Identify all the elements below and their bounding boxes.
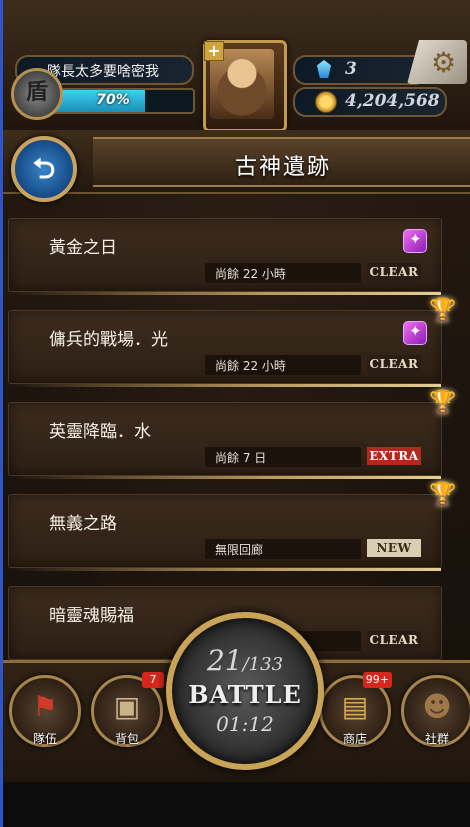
nav-label: 社群 bbox=[424, 732, 449, 746]
stamina-max: /133 bbox=[242, 654, 284, 675]
shop-count-badge: 99+ bbox=[362, 672, 392, 688]
dungeon-row[interactable]: 黃金之日 ✦ 尚餘 22 小時 CLEAR bbox=[8, 218, 442, 295]
status-badge: NEW bbox=[367, 539, 421, 557]
nav-bag-button[interactable]: ▣ 背包 7 bbox=[91, 672, 164, 747]
page-title: 古神遺跡 bbox=[234, 155, 331, 180]
back-arrow-icon: ⮌ bbox=[32, 152, 56, 185]
status-badge: CLEAR bbox=[367, 355, 421, 373]
gold-coin-icon bbox=[315, 91, 337, 113]
time-remaining-box: 尚餘 22 小時 bbox=[205, 263, 361, 283]
flag-icon: ⚑ bbox=[32, 690, 58, 723]
trophy-icon: 🏆 bbox=[429, 482, 457, 507]
gold-counter[interactable]: 4,204,568 bbox=[293, 87, 447, 117]
dungeon-row[interactable]: 英靈降臨．水 🏆 尚餘 7 日 EXTRA bbox=[8, 390, 457, 479]
dungeon-row[interactable]: 傭兵的戰場．光 ✦ 🏆 尚餘 22 小時 CLEAR bbox=[8, 298, 457, 387]
status-badge: CLEAR bbox=[367, 631, 421, 649]
status-badge: EXTRA bbox=[367, 447, 421, 465]
gold-value: 4,204,568 bbox=[345, 91, 440, 111]
nav-social-button[interactable]: ☻ 社群 bbox=[401, 675, 470, 747]
bag-count-badge: 7 bbox=[142, 672, 164, 688]
dungeon-name: 傭兵的戰場．光 bbox=[49, 330, 168, 350]
settings-button[interactable]: ⚙ bbox=[407, 40, 467, 84]
time-remaining: 尚餘 7 日 bbox=[215, 451, 267, 465]
dungeon-row[interactable]: 無義之路 🏆 無限回廊 NEW bbox=[8, 482, 457, 571]
gem-value: 3 bbox=[345, 59, 357, 79]
rank-badge[interactable]: 盾 bbox=[11, 68, 63, 120]
dungeon-name: 暗靈魂賜福 bbox=[49, 606, 134, 626]
system-nav-bar bbox=[3, 782, 470, 827]
dungeon-name: 無義之路 bbox=[49, 514, 117, 534]
plus-icon[interactable]: + bbox=[204, 41, 224, 61]
time-remaining-box: 尚餘 22 小時 bbox=[205, 355, 361, 375]
trophy-icon: 🏆 bbox=[429, 298, 457, 323]
gear-icon: ⚙ bbox=[431, 46, 457, 79]
battle-label: BATTLE bbox=[188, 680, 302, 709]
dungeon-name: 英靈降臨．水 bbox=[49, 422, 151, 442]
top-hud: 隊長太多要啥密我 70% 盾 + 3 4,204,568 ⚙ bbox=[3, 0, 470, 133]
nav-team-button[interactable]: ⚑ 隊伍 bbox=[9, 675, 81, 747]
element-icon: ✦ bbox=[403, 321, 427, 345]
people-icon: ☻ bbox=[422, 690, 452, 723]
treasure-chest-icon: ▤ bbox=[341, 690, 369, 723]
gem-icon bbox=[317, 60, 331, 78]
username: 隊長太多要啥密我 bbox=[47, 64, 159, 80]
nav-shop-button[interactable]: ▤ 商店 99+ bbox=[319, 672, 392, 747]
game-screen: 隊長太多要啥密我 70% 盾 + 3 4,204,568 ⚙ 古神遺跡 ⮌ 黃金… bbox=[0, 0, 470, 827]
bag-icon: ▣ bbox=[113, 690, 141, 723]
time-remaining-box: 尚餘 7 日 bbox=[205, 447, 361, 467]
trophy-icon: 🏆 bbox=[429, 390, 457, 415]
leader-avatar[interactable]: + bbox=[203, 40, 287, 132]
stamina-display: 21/133 bbox=[172, 644, 318, 677]
time-remaining: 無限回廊 bbox=[215, 543, 264, 557]
stamina-timer: 01:12 bbox=[216, 712, 274, 736]
title-plate: 古神遺跡 bbox=[93, 137, 470, 187]
stamina-current: 21 bbox=[206, 644, 243, 677]
dungeon-name: 黃金之日 bbox=[49, 238, 117, 258]
battle-button[interactable]: 21/133 BATTLE 01:12 bbox=[166, 612, 324, 770]
element-icon: ✦ bbox=[403, 229, 427, 253]
nav-label: 商店 bbox=[342, 732, 367, 746]
time-remaining: 尚餘 22 小時 bbox=[215, 359, 286, 373]
back-button[interactable]: ⮌ bbox=[11, 136, 77, 202]
time-remaining: 尚餘 22 小時 bbox=[215, 267, 286, 281]
nav-label: 隊伍 bbox=[32, 732, 57, 746]
time-remaining-box: 無限回廊 bbox=[205, 539, 361, 559]
gem-counter[interactable]: 3 bbox=[293, 55, 427, 85]
status-badge: CLEAR bbox=[367, 263, 421, 281]
nav-label: 背包 bbox=[114, 732, 139, 746]
